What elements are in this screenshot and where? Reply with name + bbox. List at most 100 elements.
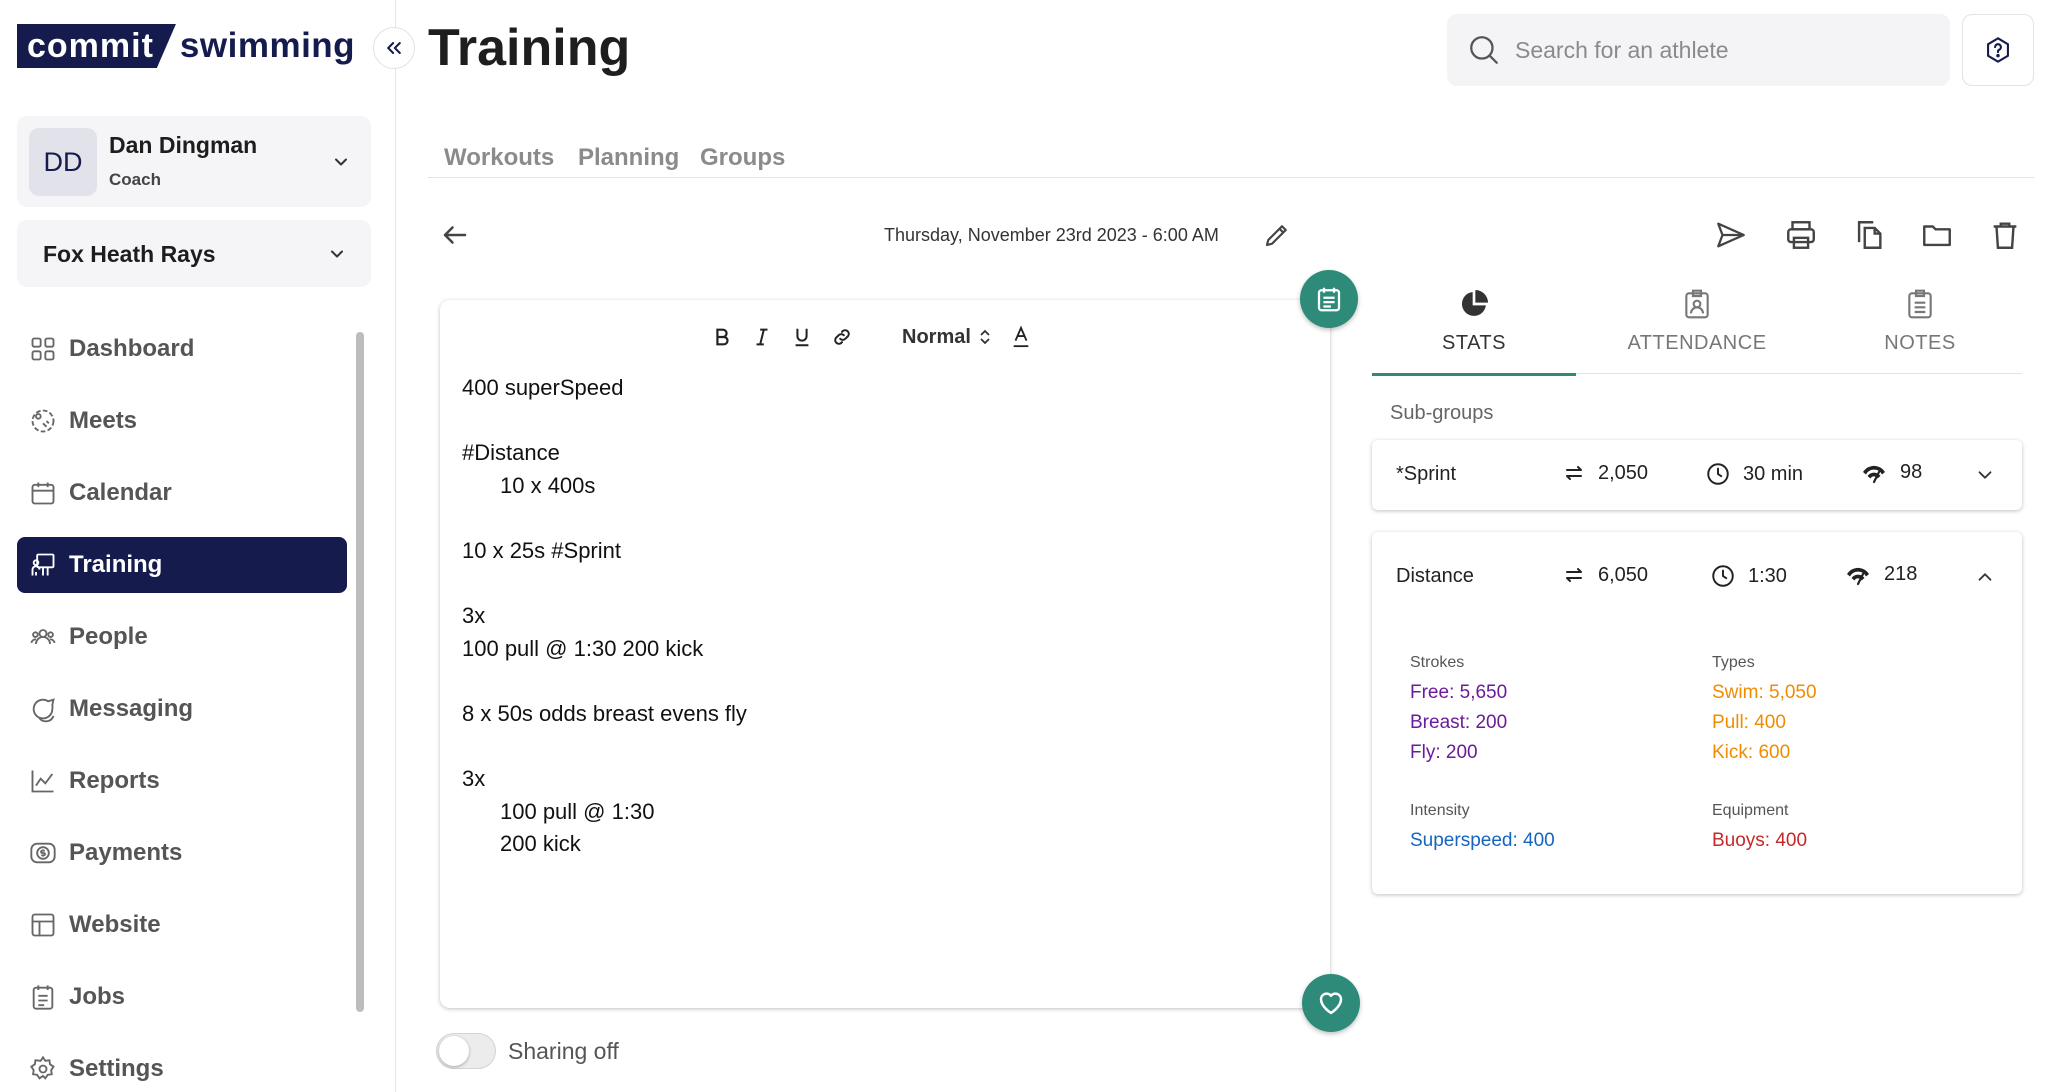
pie-chart-icon <box>1458 288 1490 320</box>
italic-icon <box>751 326 773 348</box>
heart-icon <box>1316 988 1346 1018</box>
sidebar-item-label: Calendar <box>69 479 172 506</box>
tab-planning[interactable]: Planning <box>578 144 679 172</box>
sidebar-item-people[interactable]: People <box>17 609 347 665</box>
sidebar-item-label: People <box>69 623 148 650</box>
send-icon <box>1714 218 1748 252</box>
subgroup-time-value: 1:30 <box>1748 564 1787 587</box>
chevron-down-icon <box>331 152 351 172</box>
sidebar-item-payments[interactable]: Payments <box>17 825 347 881</box>
link-button[interactable] <box>822 322 862 352</box>
athlete-search[interactable] <box>1447 14 1950 86</box>
folder-icon <box>1920 218 1954 252</box>
delete-button[interactable] <box>1988 218 2022 252</box>
subgroup-distance: 6,050 <box>1562 563 1648 587</box>
workout-line: 3x <box>462 766 486 792</box>
team-name: Fox Heath Rays <box>43 241 216 267</box>
sidebar-item-messaging[interactable]: Messaging <box>17 681 347 737</box>
notes-icon <box>1904 288 1936 320</box>
logo-swimming-text: swimming <box>179 26 356 65</box>
tab-attendance[interactable]: ATTENDANCE <box>1595 282 1799 374</box>
swap-arrows-icon <box>1566 466 1582 480</box>
subgroup-time: 30 min <box>1705 461 1803 487</box>
sidebar-item-meets[interactable]: Meets <box>17 393 347 449</box>
subgroup-header[interactable]: *Sprint 2,050 30 min 98 <box>1372 440 2022 510</box>
bold-button[interactable] <box>702 322 742 352</box>
avatar: DD <box>29 128 97 196</box>
tab-attendance-label: ATTENDANCE <box>1627 332 1767 354</box>
sharing-toggle[interactable] <box>436 1033 496 1069</box>
tab-notes[interactable]: NOTES <box>1818 282 2022 374</box>
chevron-down-icon[interactable] <box>1974 464 1996 486</box>
sidebar-item-website[interactable]: Website <box>17 897 347 953</box>
clock-icon <box>1712 565 1734 587</box>
calendar-fab-button[interactable] <box>1300 270 1358 328</box>
search-input[interactable] <box>1515 36 1935 64</box>
subgroup-time-value: 30 min <box>1743 462 1804 485</box>
sidebar-item-label: Dashboard <box>69 335 195 362</box>
subgroup-card-sprint[interactable]: *Sprint 2,050 30 min 98 <box>1372 440 2022 510</box>
printer-icon <box>1784 218 1818 252</box>
equipment-heading: Equipment <box>1712 802 1789 819</box>
commit-swimming-logo[interactable]: commit swimming <box>17 24 355 68</box>
underline-button[interactable] <box>782 322 822 352</box>
team-switcher[interactable]: Fox Heath Rays <box>17 220 371 287</box>
collapse-sidebar-button[interactable] <box>373 27 415 69</box>
workout-line <box>462 568 747 601</box>
tab-stats[interactable]: STATS <box>1372 282 1576 376</box>
sidebar-item-label: Training <box>69 551 163 578</box>
help-button[interactable] <box>1962 14 2034 86</box>
copy-icon <box>1852 218 1886 252</box>
tab-groups[interactable]: Groups <box>700 144 785 172</box>
duplicate-button[interactable] <box>1852 218 1886 252</box>
workout-line: 400 superSpeed <box>462 375 624 400</box>
sidebar-scrollbar[interactable] <box>356 332 364 1012</box>
type-item: Pull: 400 <box>1712 712 1786 733</box>
sidebar-item-training[interactable]: Training <box>17 537 347 593</box>
subgroup-intensity: 218 <box>1844 563 1917 586</box>
sidebar: commit swimming DD Dan Dingman Coach Fox… <box>0 0 396 1092</box>
equipment-item: Buoys: 400 <box>1712 830 1808 851</box>
text-style-select[interactable]: Normal <box>902 326 991 349</box>
sidebar-item-reports[interactable]: Reports <box>17 753 347 809</box>
italic-button[interactable] <box>742 322 782 352</box>
sidebar-item-jobs[interactable]: Jobs <box>17 969 347 1025</box>
user-switcher[interactable]: DD Dan Dingman Coach <box>17 116 371 207</box>
send-button[interactable] <box>1714 218 1748 252</box>
workout-line <box>462 502 747 535</box>
underline-icon <box>791 326 813 348</box>
format-toolbar: Normal <box>702 322 1041 352</box>
favorite-fab-button[interactable] <box>1302 974 1360 1032</box>
sidebar-item-settings[interactable]: Settings <box>17 1041 347 1092</box>
print-button[interactable] <box>1784 218 1818 252</box>
sidebar-item-dashboard[interactable]: Dashboard <box>17 321 347 377</box>
help-icon <box>1984 36 2012 64</box>
subgroup-header[interactable]: Distance 6,050 1:30 218 <box>1372 542 2022 612</box>
stroke-item: Free: 5,650 <box>1410 682 1508 703</box>
workout-line: 3x <box>462 603 486 629</box>
tab-workouts[interactable]: Workouts <box>444 144 554 172</box>
strokes-heading: Strokes <box>1410 654 1465 671</box>
subgroup-distance: 2,050 <box>1562 461 1648 485</box>
select-arrows-icon <box>979 328 991 346</box>
sidebar-item-label: Reports <box>69 767 160 794</box>
sharing-label: Sharing off <box>508 1038 619 1064</box>
folder-button[interactable] <box>1920 218 1954 252</box>
workout-text[interactable]: 400 superSpeed #Distance 10 x 400s 10 x … <box>462 372 747 861</box>
arrow-left-icon <box>440 220 470 250</box>
subgroup-card-distance[interactable]: Distance 6,050 1:30 218 Strokes Free: 5,… <box>1372 532 2022 894</box>
text-color-button[interactable] <box>1001 322 1041 352</box>
sidebar-item-calendar[interactable]: Calendar <box>17 465 347 521</box>
type-item: Swim: 5,050 <box>1712 682 1817 703</box>
workout-editor[interactable]: Normal 400 superSpeed #Distance 10 x 400… <box>440 300 1330 1008</box>
website-icon <box>29 911 57 939</box>
workout-line <box>462 731 747 764</box>
subgroup-distance-value: 2,050 <box>1598 461 1649 484</box>
back-button[interactable] <box>440 220 470 250</box>
chevron-up-icon[interactable] <box>1974 566 1996 588</box>
equipment-breakdown: Equipment Buoys: 400 <box>1712 798 1807 856</box>
edit-date-button[interactable] <box>1262 220 1292 250</box>
chevron-down-icon <box>327 244 347 264</box>
subgroup-distance-value: 6,050 <box>1598 563 1649 586</box>
workout-line: 100 pull @ 1:30 200 kick <box>462 635 704 661</box>
